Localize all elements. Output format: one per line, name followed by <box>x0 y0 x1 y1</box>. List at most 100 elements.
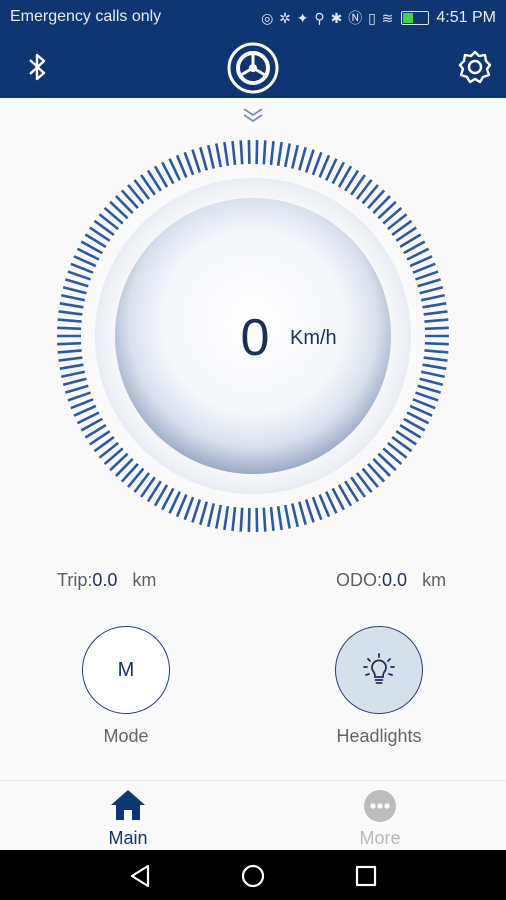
gauge-tick <box>415 391 439 402</box>
gauge-tick <box>262 140 267 165</box>
gauge-tick <box>61 293 86 302</box>
gauge-tick <box>417 384 442 394</box>
gauge-tick <box>417 278 442 288</box>
gauge-tick <box>223 505 230 531</box>
gauge-tick <box>57 326 82 331</box>
gauge-tick <box>298 146 307 171</box>
gauge-tick <box>311 151 323 176</box>
gauge-tick <box>214 143 223 168</box>
bluetooth-icon[interactable] <box>22 51 52 83</box>
system-status-icons: ◎ ✲ ✦ ⚲ ✱ Ⓝ ▯ ≋ <box>261 10 395 26</box>
gauge-tick <box>239 140 244 165</box>
nav-item-main[interactable]: Main <box>48 781 208 851</box>
gauge-tick <box>422 363 447 370</box>
recents-icon[interactable] <box>353 863 379 889</box>
gauge-tick <box>283 504 292 529</box>
gauge-tick <box>276 505 283 531</box>
nav-item-more-label: More <box>359 828 401 848</box>
gauge-tick <box>67 391 91 402</box>
gauge-tick <box>415 270 439 281</box>
gauge-tick <box>262 507 267 532</box>
gauge-tick <box>175 154 188 178</box>
gauge-tick <box>206 144 215 169</box>
status-icons: ◎ ✲ ✦ ⚲ ✱ Ⓝ ▯ ≋ 4:51 PM <box>261 8 496 28</box>
gauge-tick <box>239 507 244 532</box>
gauge-tick <box>423 356 448 362</box>
gauge-tick <box>64 384 89 394</box>
gauge-tick <box>291 144 300 169</box>
gauge-tick <box>57 341 82 346</box>
gauge-tick <box>231 140 237 166</box>
gauge-tick <box>247 140 251 165</box>
home-circle-icon[interactable] <box>240 863 266 889</box>
settings-gear-icon[interactable] <box>458 50 492 84</box>
system-navigation-bar <box>0 850 506 900</box>
gauge-tick <box>199 501 208 526</box>
nav-item-main-label: Main <box>108 828 148 848</box>
odo-value: 0.0 <box>382 570 408 590</box>
gauge-tick <box>62 285 87 295</box>
gauge-tick <box>412 262 436 274</box>
app-header <box>0 35 506 98</box>
odo-stat: ODO:0.0 km <box>336 570 446 591</box>
gauge-tick <box>61 370 86 379</box>
gauge-tick <box>291 503 300 528</box>
gauge-tick <box>311 496 323 521</box>
mode-button[interactable]: M <box>82 626 170 714</box>
gauge-tick <box>57 318 82 323</box>
trip-stat: Trip:0.0 km <box>57 570 156 591</box>
gauge-tick <box>231 506 237 532</box>
gauge-tick <box>318 154 331 178</box>
gauge-tick <box>412 398 436 410</box>
gauge-tick <box>276 141 283 167</box>
gauge-tick <box>214 504 223 529</box>
gauge-tick <box>175 494 188 518</box>
speed-unit: Km/h <box>290 327 337 349</box>
bottom-navigation: Main More <box>0 780 506 851</box>
gauge-tick <box>424 349 449 354</box>
gauge-tick <box>67 270 91 281</box>
carrier-text: Emergency calls only <box>10 8 162 25</box>
gauge-tick <box>191 499 202 523</box>
gauge-tick <box>419 285 444 295</box>
gauge-tick <box>255 140 259 165</box>
gauge-tick <box>420 293 445 302</box>
gauge-tick <box>269 506 275 532</box>
lightbulb-icon <box>363 653 395 684</box>
gauge-tick <box>255 507 259 532</box>
gauge-tick <box>199 146 208 171</box>
gauge-tick <box>57 349 82 354</box>
gauge-tick <box>58 310 83 316</box>
gauge-tick <box>223 141 230 167</box>
odo-label: ODO: <box>336 570 383 590</box>
headlights-caption: Headlights <box>336 726 422 746</box>
speed-value: 0 <box>240 309 270 367</box>
wheel-logo-icon <box>227 42 279 94</box>
gauge-tick <box>183 496 195 521</box>
gauge-tick <box>64 278 89 288</box>
gauge-tick <box>206 503 215 528</box>
nav-item-more[interactable]: More <box>300 781 460 851</box>
gauge-tick <box>283 143 292 168</box>
odo-unit: km <box>422 570 447 590</box>
trip-unit: km <box>132 570 157 590</box>
mode-caption: Mode <box>103 726 149 746</box>
gauge-tick <box>424 318 449 323</box>
back-icon[interactable] <box>128 863 154 889</box>
gauge-tick <box>318 494 331 518</box>
headlights-button[interactable] <box>335 626 423 714</box>
gauge-tick <box>419 377 444 387</box>
trip-value: 0.0 <box>92 570 118 590</box>
gauge-tick <box>191 149 202 173</box>
gauge-tick <box>304 499 315 523</box>
more-dots-icon <box>364 790 396 822</box>
gauge-tick <box>422 302 447 309</box>
gauge-tick <box>420 370 445 379</box>
gauge-tick <box>70 398 94 410</box>
gauge-tick <box>62 377 87 387</box>
gauge-tick <box>70 262 94 274</box>
gauge-tick <box>183 151 195 176</box>
status-bar: Emergency calls only ◎ ✲ ✦ ⚲ ✱ Ⓝ ▯ ≋ 4:5… <box>0 0 506 35</box>
chevron-down-icon[interactable] <box>239 104 267 128</box>
mode-button-label: M <box>117 658 135 681</box>
